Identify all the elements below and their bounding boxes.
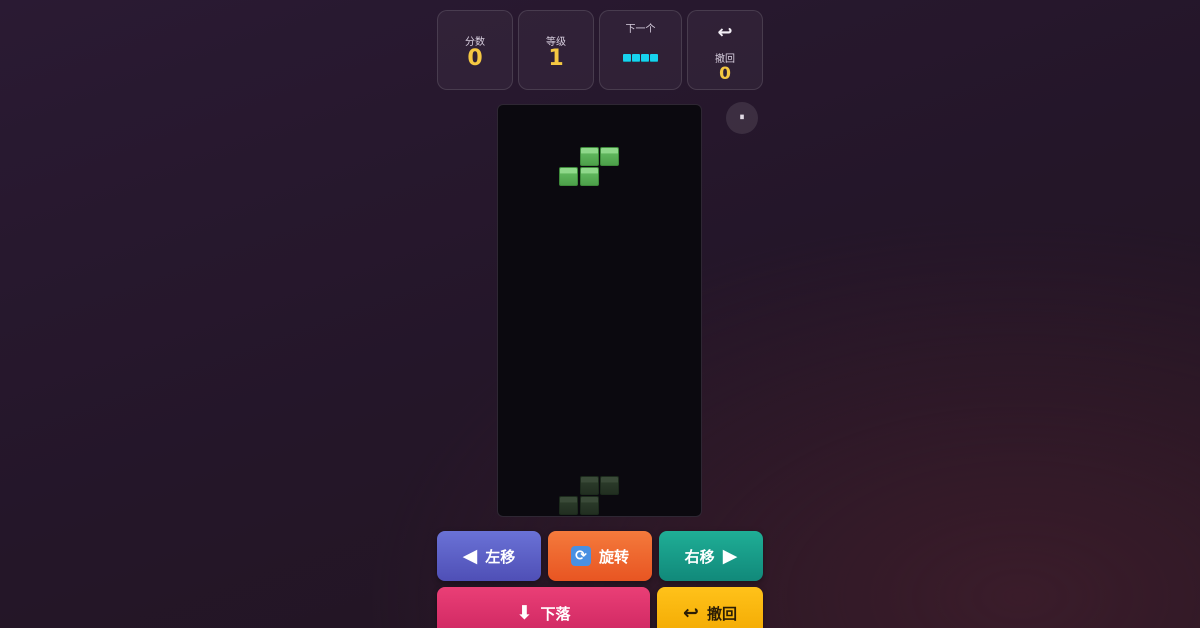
level-panel: 等级 1: [518, 10, 594, 90]
ghost-piece-block: [580, 476, 599, 495]
next-piece-preview: [623, 54, 658, 62]
level-value: 1: [548, 46, 564, 71]
ghost-piece-block: [559, 496, 578, 515]
next-piece-cell: [623, 54, 631, 62]
undo-icon: ↩: [717, 22, 733, 43]
drop-label: 下落: [540, 604, 571, 623]
score-value: 0: [467, 46, 483, 71]
undo-label: 撤回: [715, 54, 735, 65]
move-right-button[interactable]: 右移 ▶: [659, 531, 763, 581]
next-piece-cell: [632, 54, 640, 62]
active-piece-block: [559, 167, 578, 186]
undo-arrow-icon: ↩: [683, 602, 699, 624]
move-left-button[interactable]: ◀ 左移: [437, 531, 541, 581]
next-piece-cell: [641, 54, 649, 62]
move-left-label: 左移: [485, 547, 516, 566]
active-piece-block: [580, 147, 599, 166]
pause-icon: ⏸: [739, 112, 745, 123]
undo-button-label: 撤回: [706, 604, 737, 623]
rotate-icon: ⟳: [570, 546, 591, 566]
next-piece-cell: [650, 54, 658, 62]
arrow-right-icon: ▶: [722, 545, 738, 567]
undo-count-value: 0: [719, 64, 731, 84]
undo-button[interactable]: ↩ 撤回: [657, 587, 763, 628]
drop-button[interactable]: ⬇ 下落: [437, 587, 650, 628]
game-board[interactable]: [497, 104, 702, 517]
ghost-piece-block: [600, 476, 619, 495]
arrow-left-icon: ◀: [462, 545, 478, 567]
ghost-piece-block: [580, 496, 599, 515]
pause-button[interactable]: ⏸: [726, 102, 758, 134]
undo-count-panel[interactable]: ↩ 撤回 0: [687, 10, 763, 90]
move-right-label: 右移: [684, 547, 715, 566]
rotate-label: 旋转: [598, 547, 629, 566]
rotate-button[interactable]: ⟳ 旋转: [548, 531, 652, 581]
next-piece-panel: 下一个: [599, 10, 682, 90]
active-piece-block: [600, 147, 619, 166]
next-piece-label: 下一个: [625, 24, 656, 35]
active-piece-block: [580, 167, 599, 186]
score-panel: 分数 0: [437, 10, 513, 90]
arrow-down-icon: ⬇: [516, 602, 533, 624]
